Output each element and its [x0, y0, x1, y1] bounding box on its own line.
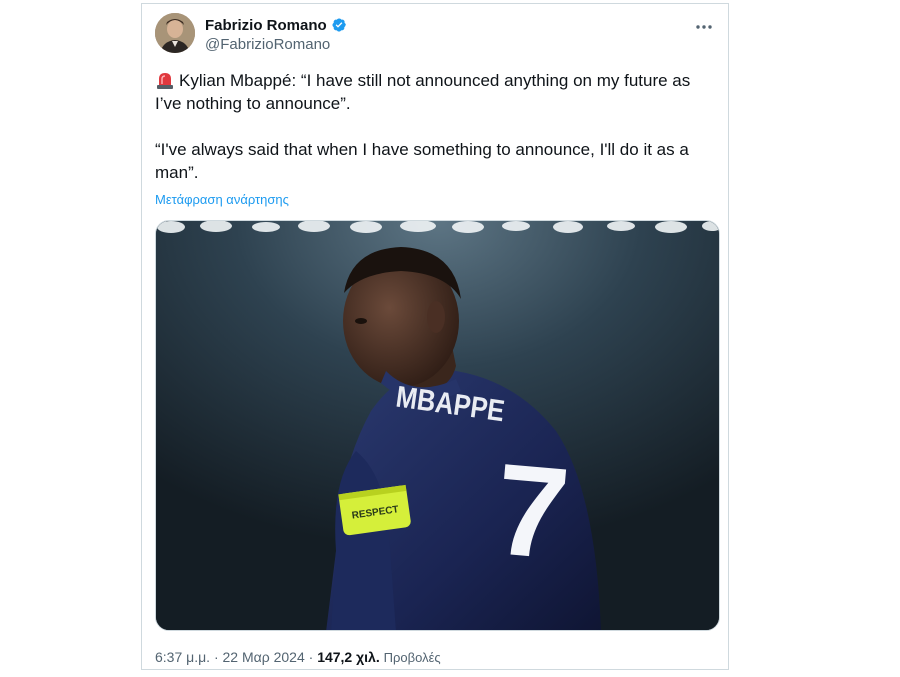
meta-separator-2: ·: [308, 649, 314, 665]
translate-post-link[interactable]: Μετάφραση ανάρτησης: [155, 192, 289, 207]
views-label: Προβολές: [383, 650, 441, 665]
author-avatar[interactable]: [155, 13, 195, 53]
police-car-light-icon: [155, 71, 175, 89]
author-handle[interactable]: @FabrizioRomano: [205, 36, 347, 53]
verified-badge-icon: [331, 17, 347, 33]
tweet-paragraph-2: “I've always said that when I have somet…: [155, 140, 689, 182]
tweet-text-line-1: Kylian Mbappé: “I have still not announc…: [155, 71, 691, 113]
tweet-text: Kylian Mbappé: “I have still not announc…: [155, 69, 720, 184]
tweet-date[interactable]: 22 Μαρ 2024: [223, 649, 305, 665]
tweet-time[interactable]: 6:37 μ.μ.: [155, 649, 210, 665]
tweet-paragraph-1: Kylian Mbappé: “I have still not announc…: [155, 69, 720, 115]
tweet-card[interactable]: Fabrizio Romano @FabrizioRomano Kylian M…: [141, 3, 729, 670]
views-count[interactable]: 147,2 χιλ.: [317, 649, 380, 665]
tweet-photo[interactable]: RESPECT MBAPPE 7: [155, 220, 720, 631]
author-info: Fabrizio Romano @FabrizioRomano: [205, 15, 347, 53]
author-display-name[interactable]: Fabrizio Romano: [205, 17, 327, 34]
tweet-header: Fabrizio Romano @FabrizioRomano: [155, 13, 716, 57]
more-horizontal-icon[interactable]: [692, 17, 716, 37]
meta-separator: ·: [213, 649, 219, 665]
tweet-meta: 6:37 μ.μ. · 22 Μαρ 2024 · 147,2 χιλ. Προ…: [155, 649, 441, 665]
